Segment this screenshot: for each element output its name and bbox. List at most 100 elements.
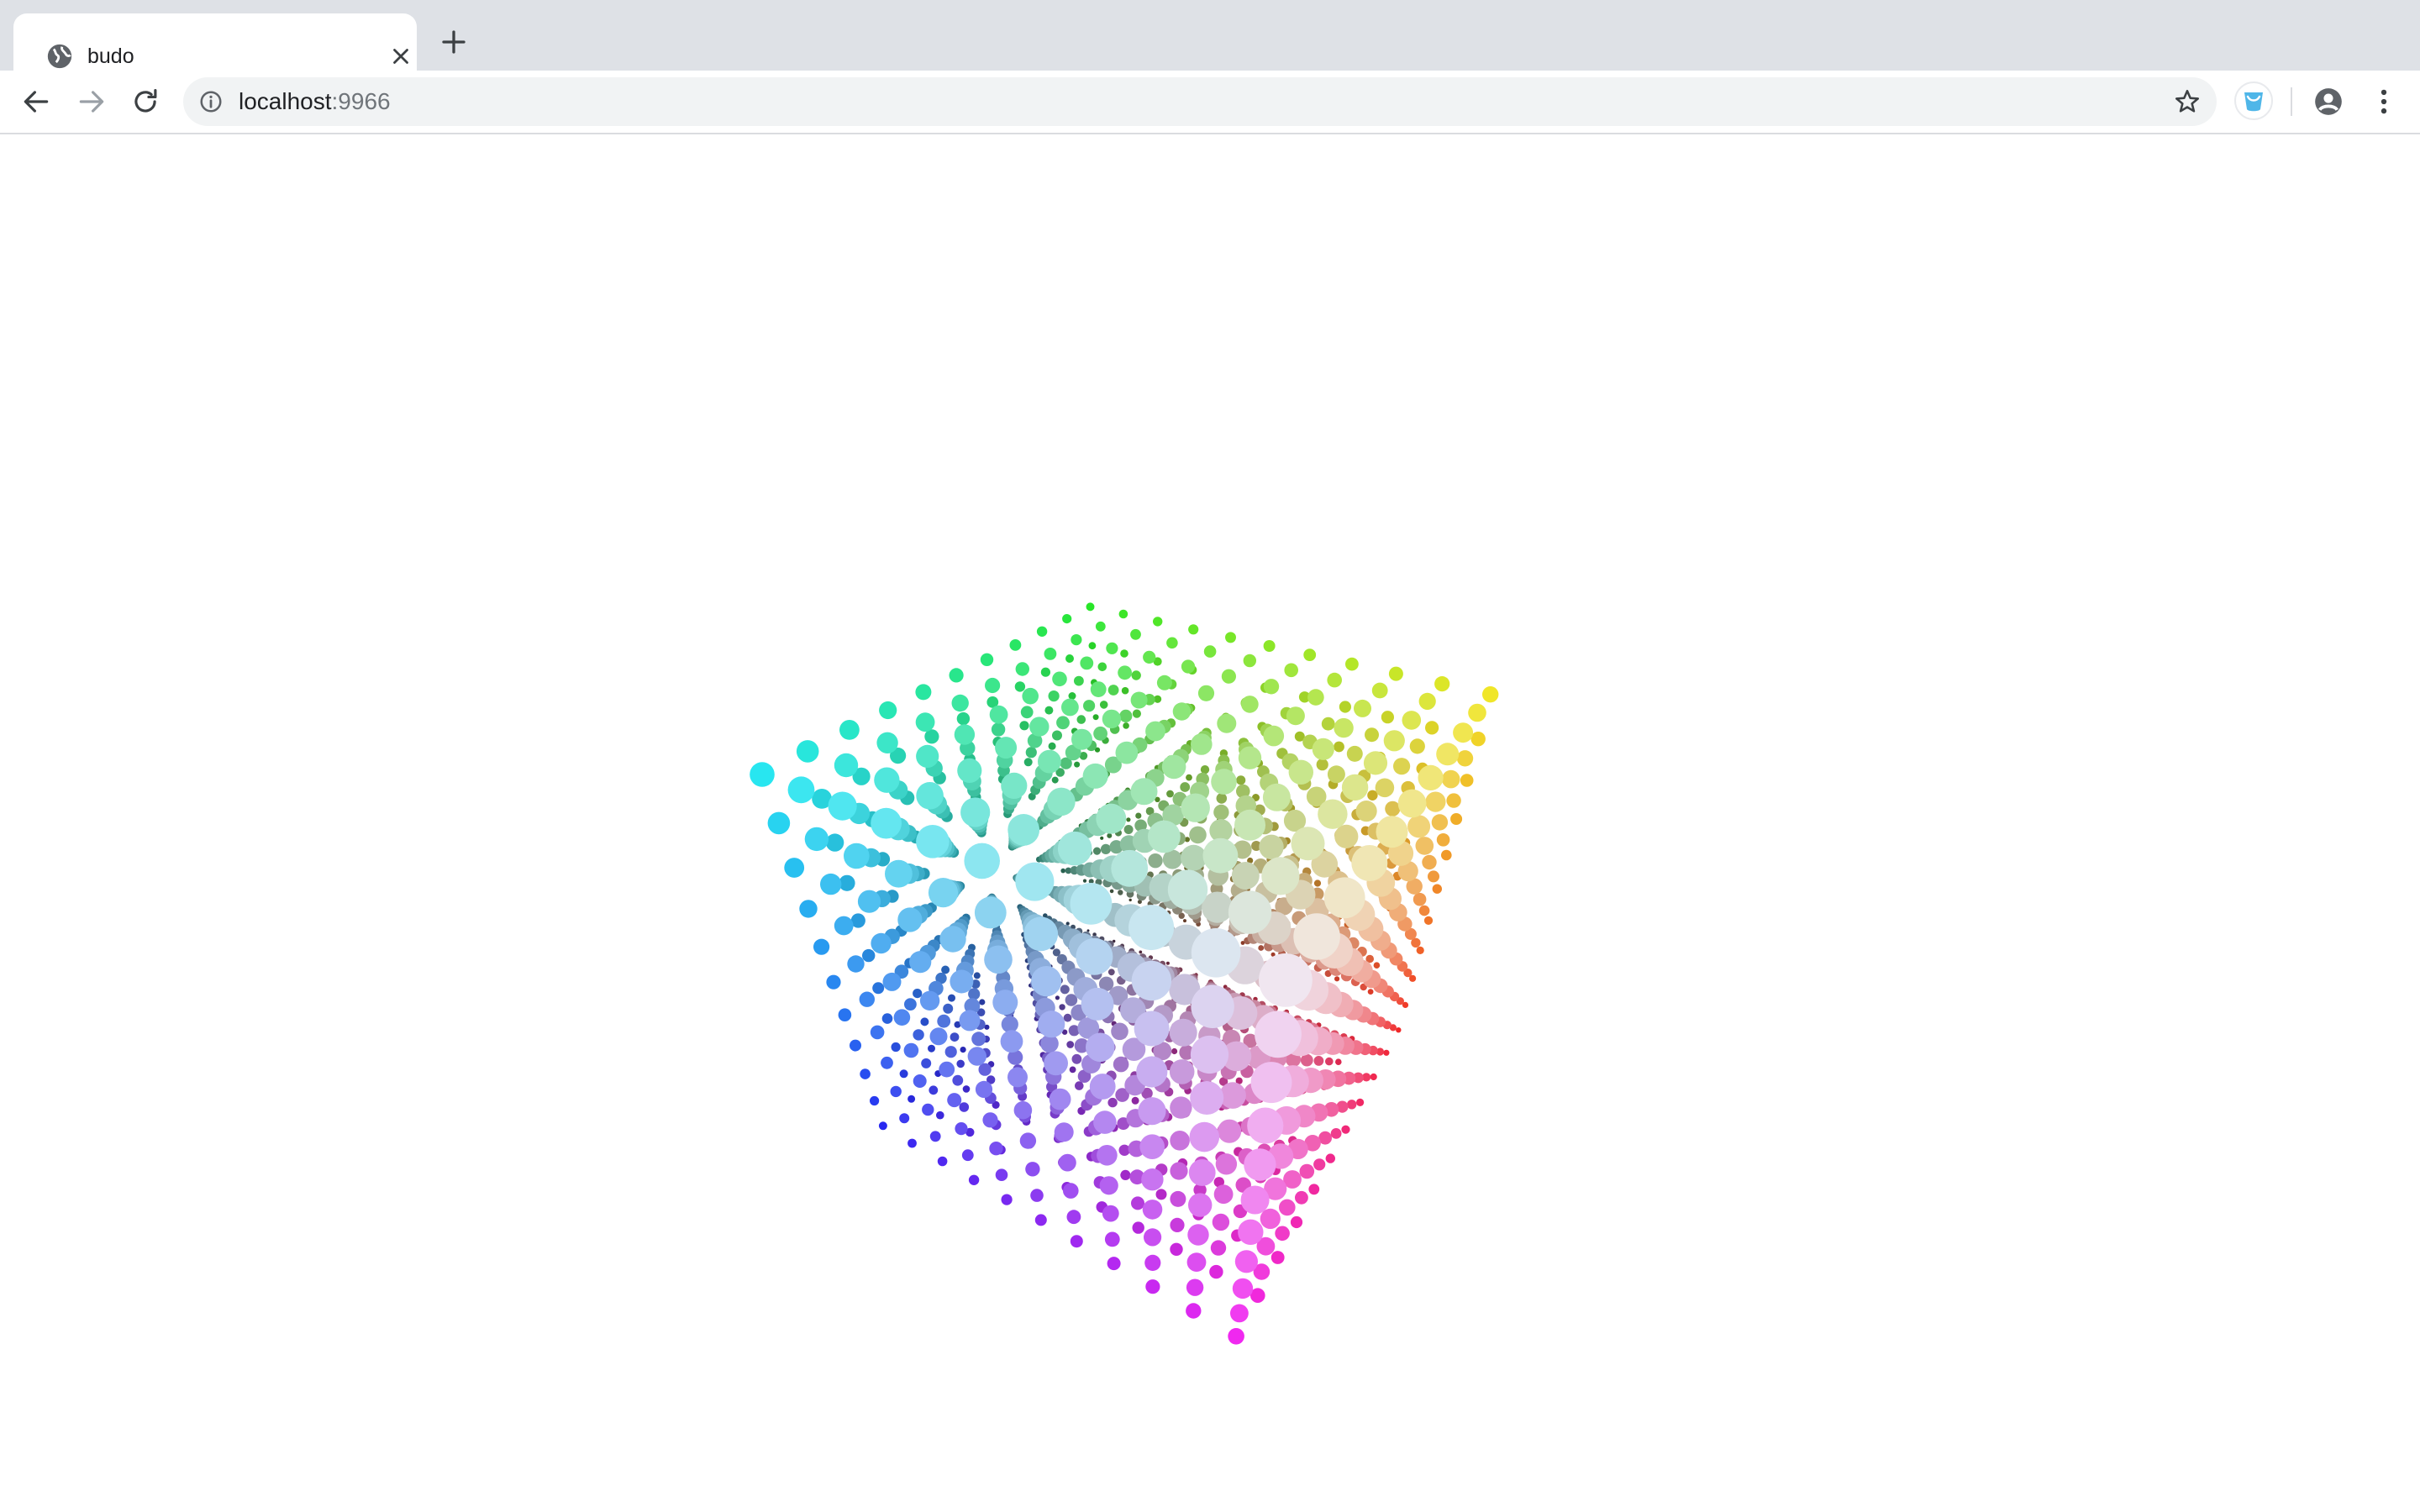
- color-point: [1170, 1217, 1185, 1232]
- color-point: [1100, 843, 1112, 855]
- color-point: [1029, 717, 1050, 737]
- account-icon[interactable]: [2312, 86, 2344, 118]
- color-point: [929, 1027, 948, 1046]
- color-point: [885, 859, 913, 888]
- color-point: [1066, 1210, 1081, 1225]
- forward-button[interactable]: [76, 86, 108, 118]
- reload-button[interactable]: [129, 86, 161, 118]
- color-point: [1130, 628, 1141, 640]
- color-point: [1019, 1132, 1037, 1149]
- color-point: [750, 762, 775, 787]
- color-point: [1376, 816, 1408, 848]
- color-point: [862, 948, 876, 963]
- color-point: [1099, 701, 1108, 709]
- color-point: [1275, 1226, 1290, 1242]
- star-icon[interactable]: [2173, 87, 2202, 116]
- color-point: [1100, 836, 1104, 840]
- color-point: [1126, 817, 1131, 822]
- color-point: [1385, 801, 1401, 816]
- color-point: [937, 1156, 948, 1167]
- color-point: [1089, 1074, 1116, 1100]
- color-point: [952, 1074, 964, 1086]
- color-point: [1088, 642, 1097, 650]
- color-point: [973, 972, 981, 979]
- vertical-dots-icon[interactable]: [2368, 86, 2400, 118]
- color-point: [825, 833, 844, 852]
- color-point: [1056, 716, 1070, 730]
- color-point: [828, 791, 857, 821]
- tab-title: budo: [87, 45, 134, 68]
- color-point: [1263, 725, 1285, 747]
- color-point: [881, 1056, 893, 1069]
- color-point: [893, 1009, 911, 1026]
- color-point: [1009, 639, 1022, 651]
- color-point: [834, 916, 854, 936]
- color-point: [1102, 709, 1122, 729]
- color-point: [1095, 621, 1106, 632]
- color-point: [1313, 1158, 1326, 1171]
- extension-icon[interactable]: [2233, 81, 2274, 121]
- color-point: [1170, 1096, 1192, 1119]
- color-point: [1093, 726, 1107, 741]
- color-point: [1001, 772, 1028, 800]
- address-bar[interactable]: localhost:9966: [183, 77, 2217, 126]
- globe-icon: [45, 42, 74, 71]
- url-text[interactable]: localhost:9966: [239, 77, 391, 126]
- active-tab[interactable]: budo: [13, 13, 417, 71]
- color-point: [1313, 879, 1322, 887]
- color-point: [1044, 648, 1057, 660]
- color-point: [1418, 692, 1436, 711]
- color-point: [944, 1046, 957, 1058]
- color-point: [1418, 905, 1430, 916]
- color-point: [1325, 1057, 1334, 1066]
- color-point: [919, 990, 940, 1011]
- close-icon[interactable]: [388, 44, 413, 69]
- color-point: [1388, 666, 1403, 681]
- color-point: [1031, 966, 1062, 997]
- color-point: [1221, 669, 1236, 684]
- color-point: [1070, 1235, 1083, 1248]
- color-point: [1180, 782, 1191, 792]
- color-point: [1335, 1058, 1342, 1065]
- back-button[interactable]: [20, 86, 52, 118]
- color-point: [916, 744, 939, 769]
- color-point: [1279, 1199, 1296, 1216]
- toolbar-divider: [2291, 87, 2292, 116]
- color-point: [1071, 634, 1082, 646]
- color-point: [1415, 837, 1434, 855]
- color-point: [1142, 1200, 1163, 1220]
- color-point: [989, 705, 1008, 724]
- color-point: [936, 1110, 944, 1120]
- color-point: [1074, 761, 1081, 768]
- color-point: [1450, 813, 1463, 825]
- color-point: [1383, 1049, 1390, 1056]
- color-point: [838, 1008, 852, 1021]
- color-point: [1059, 1153, 1076, 1172]
- color-point: [1001, 1194, 1013, 1205]
- browser-toolbar: localhost:9966: [0, 71, 2420, 134]
- color-point: [920, 1017, 929, 1026]
- color-point: [1123, 722, 1129, 729]
- color-point: [968, 1174, 980, 1186]
- color-point: [1181, 844, 1207, 871]
- color-point: [1347, 1100, 1357, 1110]
- color-point: [1255, 1011, 1302, 1058]
- color-point: [1165, 961, 1170, 965]
- color-point: [1216, 793, 1228, 804]
- url-port: :9966: [331, 88, 391, 114]
- color-point: [1313, 1056, 1324, 1066]
- new-tab-button[interactable]: [439, 27, 469, 57]
- color-point: [913, 1029, 924, 1041]
- color-point: [1299, 1163, 1315, 1179]
- color-point: [1034, 1214, 1047, 1226]
- color-point: [1431, 814, 1449, 831]
- color-point: [1234, 1250, 1258, 1273]
- color-point: [1371, 682, 1388, 699]
- color-point: [1060, 984, 1070, 995]
- info-icon[interactable]: [198, 89, 224, 114]
- color-point: [1413, 892, 1427, 906]
- color-point: [1102, 1205, 1119, 1222]
- color-point: [1076, 715, 1086, 724]
- color-point: [1118, 609, 1128, 619]
- color-point: [1153, 617, 1163, 627]
